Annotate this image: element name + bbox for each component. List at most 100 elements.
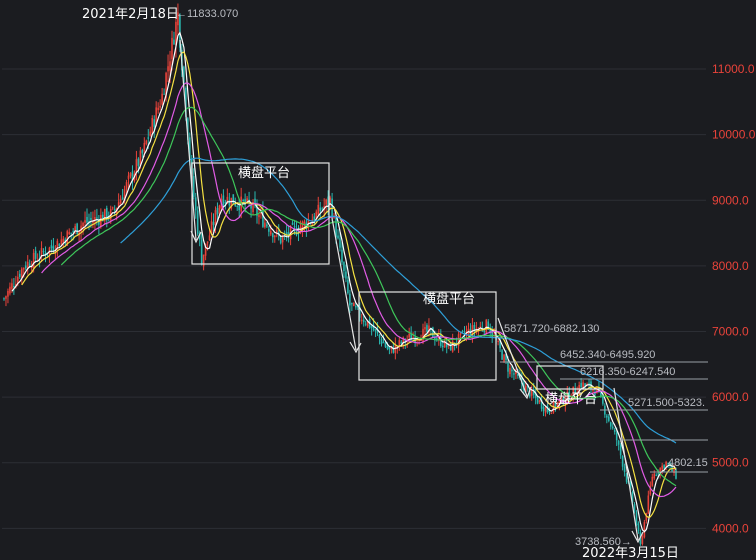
candle-body — [360, 319, 363, 321]
candle-body — [511, 369, 513, 372]
candle-body — [653, 473, 656, 479]
candle-body — [129, 173, 132, 177]
candle-body — [398, 340, 401, 346]
candle-body — [96, 217, 98, 219]
candle-body — [119, 199, 122, 205]
candle-body — [196, 210, 199, 234]
candle-body — [349, 293, 351, 306]
candle-body — [143, 142, 146, 152]
candle-body — [613, 429, 616, 432]
y-tick-label: 9000.0 — [712, 193, 749, 207]
candle-body — [273, 235, 276, 238]
candle-body — [321, 208, 324, 210]
resistance-label-1: 5871.720-6882.130 — [504, 323, 599, 335]
candle-body — [341, 249, 343, 263]
candle-body — [513, 373, 515, 375]
candle-body — [426, 325, 428, 332]
candle-body — [364, 323, 367, 325]
candle-body — [74, 226, 76, 231]
candle-body — [319, 207, 322, 212]
candle-body — [206, 241, 209, 244]
candle-body — [443, 340, 446, 348]
resistance-label-5: 4802.15 — [668, 457, 708, 469]
candle-body — [619, 445, 622, 456]
candle-body — [238, 205, 240, 211]
candle-body — [76, 223, 78, 235]
candle-body — [236, 206, 239, 208]
candle-body — [145, 140, 148, 144]
candle-body — [281, 236, 284, 243]
candle-body — [580, 382, 582, 388]
candle-body — [370, 326, 373, 328]
candle-body — [84, 220, 86, 223]
y-tick-label: 8000.0 — [712, 259, 749, 273]
candle-body — [153, 119, 156, 127]
candle-body — [461, 330, 464, 332]
candle-body — [121, 197, 124, 200]
y-axis: 11000.0 10000.0 9000.0 8000.0 7000.0 6000.0 50… — [712, 62, 756, 535]
candle-body — [637, 523, 640, 532]
candle-body — [617, 440, 620, 445]
candle-body — [657, 473, 660, 475]
candle-body — [5, 296, 7, 299]
candle-body — [228, 200, 231, 206]
candlestick-chart: 2021年2月18日 ←11833.070 3738.560→ 2022年3月1… — [2, 3, 756, 560]
candle-body — [125, 182, 128, 190]
candle-body — [345, 271, 347, 279]
platform-label-2: 横盘平台 — [423, 291, 475, 307]
candle-body — [544, 407, 547, 413]
y-tick-label: 7000.0 — [712, 324, 749, 338]
candle-body — [291, 222, 294, 225]
candle-body — [86, 216, 88, 223]
candle-body — [275, 230, 278, 233]
candle-body — [503, 354, 505, 362]
candle-body — [218, 205, 221, 214]
candle-body — [214, 210, 217, 226]
candle-body — [347, 280, 349, 294]
candle-body — [113, 209, 116, 211]
candle-body — [7, 290, 9, 297]
candle-body — [315, 211, 318, 218]
candle-body — [268, 228, 270, 232]
candle-body — [135, 159, 138, 173]
candle-body — [58, 243, 61, 247]
candle-body — [242, 200, 244, 202]
candle-body — [353, 303, 355, 307]
peak-value-label: ←11833.070 — [176, 8, 238, 20]
candle-body — [70, 232, 72, 234]
candle-body — [30, 266, 33, 268]
candle-body — [157, 107, 159, 111]
candle-body — [293, 226, 296, 228]
candle-body — [3, 298, 5, 300]
candle-body — [200, 239, 203, 265]
candle-body — [647, 495, 650, 514]
platform-label-1: 横盘平台 — [238, 165, 290, 181]
candle-body — [675, 470, 677, 479]
breakdown-arrow-4 — [613, 387, 644, 544]
candle-body — [111, 207, 114, 209]
candle-body — [382, 341, 385, 344]
candle-body — [62, 238, 65, 243]
candle-body — [11, 283, 13, 289]
y-tick-label: 11000.0 — [712, 62, 755, 76]
low-date-label: 2022年3月15日 — [582, 546, 679, 560]
candle-body — [82, 222, 84, 227]
y-tick-label: 10000.0 — [712, 128, 756, 142]
candle-body — [384, 342, 387, 347]
candle-body — [325, 199, 327, 205]
candle-body — [386, 346, 389, 349]
candle-body — [317, 204, 320, 215]
candle-body — [339, 238, 341, 248]
candle-body — [611, 426, 614, 429]
resistance-label-4: 5271.500-5323. — [628, 397, 705, 409]
candle-body — [313, 216, 316, 221]
candle-body — [232, 194, 235, 205]
candle-body — [270, 231, 272, 235]
candle-body — [90, 217, 92, 220]
y-tick-label: 6000.0 — [712, 390, 749, 404]
candle-body — [34, 250, 37, 259]
candle-body — [412, 337, 414, 339]
candle-body — [141, 150, 144, 154]
candle-body — [449, 342, 452, 351]
candle-body — [623, 466, 626, 473]
